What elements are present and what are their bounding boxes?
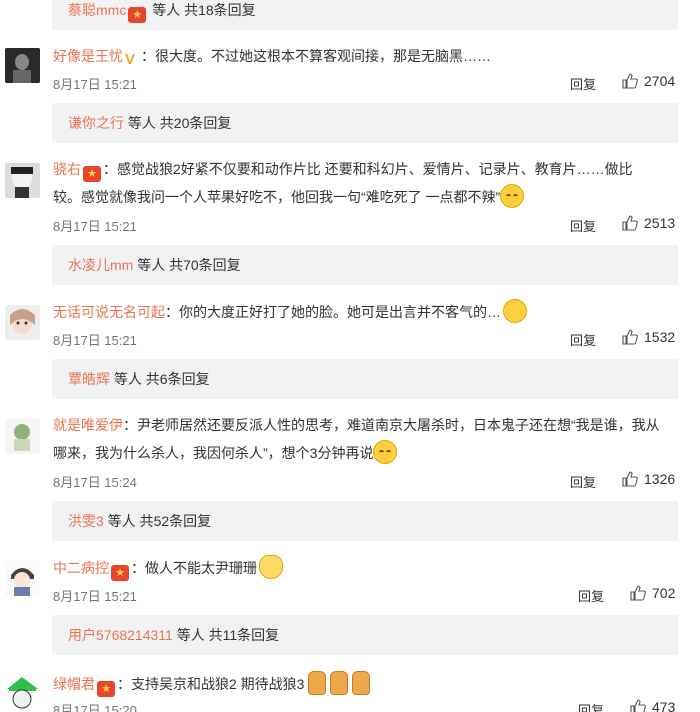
replies-count-text: 等人 共52条回复 — [103, 513, 212, 529]
comment-list: 蔡聪mmc ★ 等人 共18条回复 好像是王忧 V ：很大度。不过她这根本不算客观间接… — [0, 0, 700, 712]
avatar[interactable] — [5, 48, 40, 83]
comment-time: 8月17日 15:21 — [53, 333, 137, 348]
reply-user-link[interactable]: 水凌儿mm — [68, 257, 133, 273]
replies-count-text: 等人 共20条回复 — [124, 115, 232, 131]
like-count: 473 — [652, 699, 676, 712]
reply-button[interactable]: 回复 — [570, 74, 596, 93]
comment-body: 就是唯爱伊：尹老师居然还要反派人性的思考，难道南京大屠杀时，日本鬼子还在想“我是… — [53, 411, 683, 467]
thumbs-up-icon — [622, 329, 638, 345]
comment-time: 8月17日 15:21 — [53, 77, 137, 92]
comment-body: 中二病控 ★ ：做人不能太尹珊珊 — [53, 554, 683, 582]
comment-text: ：尹老师居然还要反派人性的思考，难道南京大屠杀时，日本鬼子还在想“我是谁，我从 — [123, 417, 660, 433]
replies-count-text: 等人 共6条回复 — [110, 371, 210, 387]
replies-summary-bar[interactable]: 覃皓辉 等人 共6条回复 — [52, 359, 678, 399]
avatar-image — [5, 675, 40, 710]
comment-line-2: 较。感觉就像我问一个人苹果好吃不，他回我一句“难吃死了 一点都不辣” — [53, 183, 683, 211]
comment-line-1: 骁右 ★ ：感觉战狼2好紧不仅要和动作片比 还要和科幻片、爱情片、记录片、教育片……… — [53, 155, 683, 183]
avatar-image — [5, 48, 40, 83]
comment-text-continued: 哪来，我为什么杀人，我因何杀人”，想个3分钟再说 — [53, 445, 374, 461]
reply-user-link[interactable]: 谦你之行 — [68, 115, 124, 131]
comment-username[interactable]: 好像是王忧 — [53, 48, 123, 64]
thumbs-up-emoji-icon — [330, 671, 349, 695]
laugh-cry-emoji-icon — [500, 184, 525, 208]
avatar-image — [5, 163, 40, 198]
avatar[interactable] — [5, 675, 40, 710]
comment-time: 8月17日 15:21 — [53, 219, 137, 234]
comment-time: 8月17日 15:20 — [53, 703, 137, 712]
like-button[interactable]: 1532 — [622, 329, 675, 345]
crown-badge-icon: ★ — [128, 7, 147, 23]
replies-count-text: 等人 共11条回复 — [172, 627, 280, 643]
comment-text: ：很大度。不过她这根本不算客观间接，那是无脑黑…… — [141, 48, 491, 64]
like-button[interactable]: 1326 — [622, 471, 675, 487]
comment-body: 好像是王忧 V ：很大度。不过她这根本不算客观间接，那是无脑黑…… — [53, 42, 683, 70]
like-count: 1532 — [644, 329, 676, 345]
like-button[interactable]: 702 — [630, 585, 675, 601]
comment-username[interactable]: 无话可说无名可起 — [53, 304, 165, 320]
avatar-image — [5, 305, 40, 340]
replies-summary-bar[interactable]: 水凌儿mm 等人 共70条回复 — [52, 245, 678, 285]
thumbs-up-emoji-icon — [352, 671, 371, 695]
replies-count-text: 等人 共70条回复 — [133, 257, 241, 273]
thumbs-up-emoji-icon — [308, 671, 327, 695]
reply-button[interactable]: 回复 — [570, 216, 596, 235]
comment-username[interactable]: 骁右 — [53, 161, 81, 177]
thumbs-up-icon — [622, 215, 638, 231]
reply-user-link[interactable]: 用户5768214311 — [68, 627, 173, 643]
like-count: 1326 — [644, 471, 676, 487]
comment-username[interactable]: 就是唯爱伊 — [53, 417, 123, 433]
comment-time: 8月17日 15:21 — [53, 589, 137, 604]
like-count: 702 — [652, 585, 676, 601]
comment-body: 无话可说无名可起：你的大度正好打了她的脸。她可是出言并不客气的… — [53, 298, 683, 326]
reply-user-link[interactable]: 覃皓辉 — [68, 371, 110, 387]
avatar[interactable] — [5, 163, 40, 198]
laugh-cry-emoji-icon — [373, 440, 398, 464]
comment-line-1: 就是唯爱伊：尹老师居然还要反派人性的思考，难道南京大屠杀时，日本鬼子还在想“我是… — [53, 411, 683, 439]
comment-text: ：感觉战狼2好紧不仅要和动作片比 还要和科幻片、爱情片、记录片、教育片……做比 — [103, 161, 633, 177]
blushing-face-emoji-icon — [503, 299, 527, 323]
comment-username[interactable]: 中二病控 — [53, 560, 109, 576]
comment-time: 8月17日 15:24 — [53, 475, 137, 490]
reply-button[interactable]: 回复 — [578, 700, 604, 712]
thumbs-up-icon — [630, 699, 646, 712]
comment-text: ：做人不能太尹珊珊 — [131, 560, 257, 576]
comment-text: ：支持吴京和战狼2 期待战狼3 — [117, 676, 305, 692]
replies-summary-bar[interactable]: 蔡聪mmc ★ 等人 共18条回复 — [52, 0, 678, 30]
avatar[interactable] — [5, 419, 40, 454]
replies-summary-bar[interactable]: 用户5768214311 等人 共11条回复 — [52, 615, 678, 655]
avatar[interactable] — [5, 561, 40, 596]
reply-button[interactable]: 回复 — [570, 330, 596, 349]
comment-line-2: 哪来，我为什么杀人，我因何杀人”，想个3分钟再说 — [53, 439, 683, 467]
avatar[interactable] — [5, 305, 40, 340]
comment-username[interactable]: 绿帽君 — [53, 676, 95, 692]
thumbs-up-icon — [622, 471, 638, 487]
thumbs-up-icon — [630, 585, 646, 601]
avatar-image — [5, 561, 40, 596]
like-count: 2513 — [644, 215, 676, 231]
replies-summary-bar[interactable]: 洪雯3 等人 共52条回复 — [52, 501, 678, 541]
thumbs-up-icon — [622, 73, 638, 89]
reply-button[interactable]: 回复 — [570, 472, 596, 491]
replies-count-text: 等人 共18条回复 — [148, 2, 256, 18]
like-button[interactable]: 2704 — [622, 73, 675, 89]
comment-text: ：你的大度正好打了她的脸。她可是出言并不客气的… — [165, 304, 501, 320]
comment-body: 骁右 ★ ：感觉战狼2好紧不仅要和动作片比 还要和科幻片、爱情片、记录片、教育片……… — [53, 155, 683, 211]
crown-badge-icon: ★ — [83, 166, 101, 182]
cat-face-emoji-icon — [259, 555, 283, 579]
comment-text-continued: 较。感觉就像我问一个人苹果好吃不，他回我一句“难吃死了 一点都不辣” — [53, 189, 501, 205]
reply-button[interactable]: 回复 — [578, 586, 604, 605]
v-badge-icon: V — [125, 51, 136, 68]
comment-body: 绿帽君 ★ ：支持吴京和战狼2 期待战狼3 — [53, 670, 683, 698]
reply-user-link[interactable]: 蔡聪mmc — [68, 2, 126, 18]
reply-user-link[interactable]: 洪雯3 — [68, 513, 104, 529]
avatar-image — [5, 419, 40, 454]
like-button[interactable]: 2513 — [622, 215, 675, 231]
like-count: 2704 — [644, 73, 676, 89]
like-button[interactable]: 473 — [630, 699, 675, 712]
crown-badge-icon: ★ — [111, 565, 129, 581]
crown-badge-icon: ★ — [97, 681, 115, 697]
replies-summary-bar[interactable]: 谦你之行 等人 共20条回复 — [52, 103, 678, 143]
